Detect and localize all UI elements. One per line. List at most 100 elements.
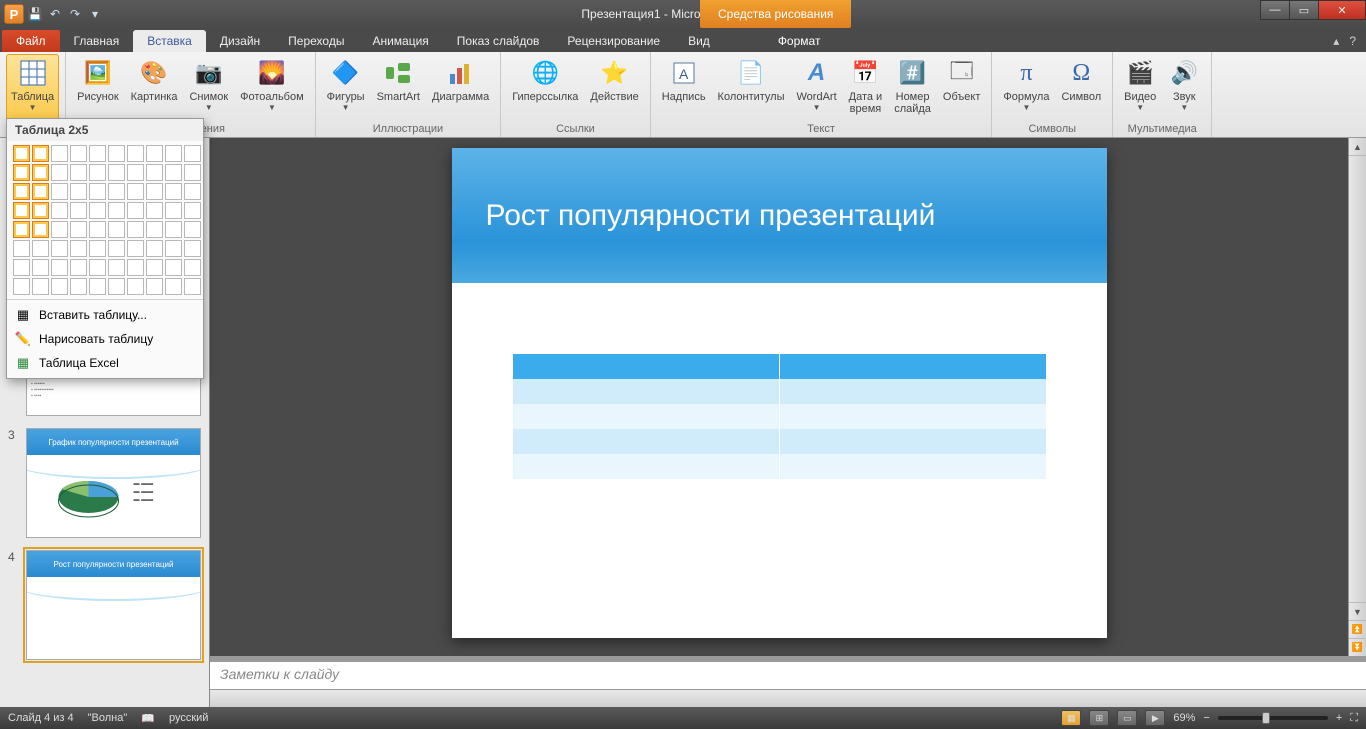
table-size-grid[interactable] xyxy=(7,141,203,299)
minimize-button[interactable]: — xyxy=(1260,0,1290,20)
action-button[interactable]: ⭐Действие xyxy=(585,54,643,122)
grid-cell[interactable] xyxy=(108,221,125,238)
audio-button[interactable]: 🔊Звук▼ xyxy=(1163,54,1205,122)
zoom-slider[interactable] xyxy=(1218,716,1328,720)
grid-cell[interactable] xyxy=(32,202,49,219)
grid-cell[interactable] xyxy=(51,259,68,276)
tab-slideshow[interactable]: Показ слайдов xyxy=(443,30,554,52)
grid-cell[interactable] xyxy=(51,202,68,219)
tab-home[interactable]: Главная xyxy=(60,30,134,52)
grid-cell[interactable] xyxy=(70,278,87,295)
grid-cell[interactable] xyxy=(165,278,182,295)
current-slide[interactable]: Рост популярности презентаций xyxy=(452,148,1107,638)
grid-cell[interactable] xyxy=(89,202,106,219)
tab-format[interactable]: Формат xyxy=(764,30,835,52)
chart-button[interactable]: Диаграмма xyxy=(427,54,494,122)
grid-cell[interactable] xyxy=(184,278,201,295)
grid-cell[interactable] xyxy=(146,259,163,276)
slide-counter[interactable]: Слайд 4 из 4 xyxy=(8,712,74,724)
scroll-down-icon[interactable]: ▼ xyxy=(1349,602,1366,620)
grid-cell[interactable] xyxy=(51,183,68,200)
reading-view-button[interactable]: ▭ xyxy=(1117,710,1137,726)
grid-cell[interactable] xyxy=(127,202,144,219)
undo-icon[interactable]: ↶ xyxy=(46,5,64,23)
minimize-ribbon-icon[interactable]: ▴ xyxy=(1333,34,1339,48)
grid-cell[interactable] xyxy=(146,183,163,200)
normal-view-button[interactable]: ▦ xyxy=(1061,710,1081,726)
slidenumber-button[interactable]: #️⃣Номер слайда xyxy=(889,54,936,122)
grid-cell[interactable] xyxy=(184,183,201,200)
help-icon[interactable]: ? xyxy=(1349,34,1356,48)
grid-cell[interactable] xyxy=(13,259,30,276)
table-button[interactable]: Таблица ▼ xyxy=(6,54,59,122)
grid-cell[interactable] xyxy=(146,240,163,257)
grid-cell[interactable] xyxy=(108,164,125,181)
grid-cell[interactable] xyxy=(70,202,87,219)
grid-cell[interactable] xyxy=(13,240,30,257)
grid-cell[interactable] xyxy=(51,240,68,257)
grid-cell[interactable] xyxy=(51,278,68,295)
grid-cell[interactable] xyxy=(32,278,49,295)
smartart-button[interactable]: SmartArt xyxy=(372,54,425,122)
excel-table-menuitem[interactable]: ▦Таблица Excel xyxy=(7,351,203,375)
grid-cell[interactable] xyxy=(13,221,30,238)
grid-cell[interactable] xyxy=(70,183,87,200)
grid-cell[interactable] xyxy=(108,240,125,257)
grid-cell[interactable] xyxy=(165,202,182,219)
grid-cell[interactable] xyxy=(70,164,87,181)
grid-cell[interactable] xyxy=(108,278,125,295)
grid-cell[interactable] xyxy=(32,145,49,162)
grid-cell[interactable] xyxy=(165,183,182,200)
tab-file[interactable]: Файл xyxy=(2,30,60,52)
language-label[interactable]: русский xyxy=(169,712,208,724)
grid-cell[interactable] xyxy=(146,145,163,162)
grid-cell[interactable] xyxy=(89,240,106,257)
grid-cell[interactable] xyxy=(184,259,201,276)
grid-cell[interactable] xyxy=(32,183,49,200)
close-button[interactable]: ✕ xyxy=(1318,0,1366,20)
grid-cell[interactable] xyxy=(51,221,68,238)
grid-cell[interactable] xyxy=(89,145,106,162)
thumbnail-row[interactable]: 4 Рост популярности презентаций xyxy=(0,544,209,666)
grid-cell[interactable] xyxy=(32,164,49,181)
tab-transitions[interactable]: Переходы xyxy=(274,30,358,52)
redo-icon[interactable]: ↷ xyxy=(66,5,84,23)
grid-cell[interactable] xyxy=(165,240,182,257)
grid-cell[interactable] xyxy=(184,240,201,257)
inserted-table[interactable] xyxy=(512,353,1047,480)
draw-table-menuitem[interactable]: ✏️Нарисовать таблицу xyxy=(7,327,203,351)
spellcheck-icon[interactable]: 📖 xyxy=(141,712,155,725)
slide-canvas[interactable]: Рост популярности презентаций xyxy=(210,138,1348,656)
wordart-button[interactable]: AWordArt▼ xyxy=(792,54,842,122)
fit-to-window-button[interactable]: ⛶ xyxy=(1350,712,1358,725)
grid-cell[interactable] xyxy=(127,164,144,181)
grid-cell[interactable] xyxy=(108,183,125,200)
zoom-knob[interactable] xyxy=(1262,712,1270,724)
grid-cell[interactable] xyxy=(184,221,201,238)
grid-cell[interactable] xyxy=(70,221,87,238)
grid-cell[interactable] xyxy=(32,221,49,238)
symbol-button[interactable]: ΩСимвол xyxy=(1056,54,1106,122)
grid-cell[interactable] xyxy=(13,278,30,295)
grid-cell[interactable] xyxy=(127,240,144,257)
grid-cell[interactable] xyxy=(70,259,87,276)
grid-cell[interactable] xyxy=(51,164,68,181)
grid-cell[interactable] xyxy=(89,259,106,276)
zoom-level[interactable]: 69% xyxy=(1173,712,1195,724)
grid-cell[interactable] xyxy=(165,145,182,162)
object-button[interactable]: 🗔Объект xyxy=(938,54,985,122)
grid-cell[interactable] xyxy=(89,183,106,200)
grid-cell[interactable] xyxy=(13,202,30,219)
grid-cell[interactable] xyxy=(70,145,87,162)
grid-cell[interactable] xyxy=(89,221,106,238)
grid-cell[interactable] xyxy=(165,259,182,276)
grid-cell[interactable] xyxy=(70,240,87,257)
insert-table-menuitem[interactable]: ▦Вставить таблицу... xyxy=(7,303,203,327)
grid-cell[interactable] xyxy=(127,221,144,238)
grid-cell[interactable] xyxy=(146,164,163,181)
grid-cell[interactable] xyxy=(127,183,144,200)
grid-cell[interactable] xyxy=(13,183,30,200)
grid-cell[interactable] xyxy=(108,259,125,276)
grid-cell[interactable] xyxy=(184,164,201,181)
qat-more-icon[interactable]: ▾ xyxy=(86,5,104,23)
